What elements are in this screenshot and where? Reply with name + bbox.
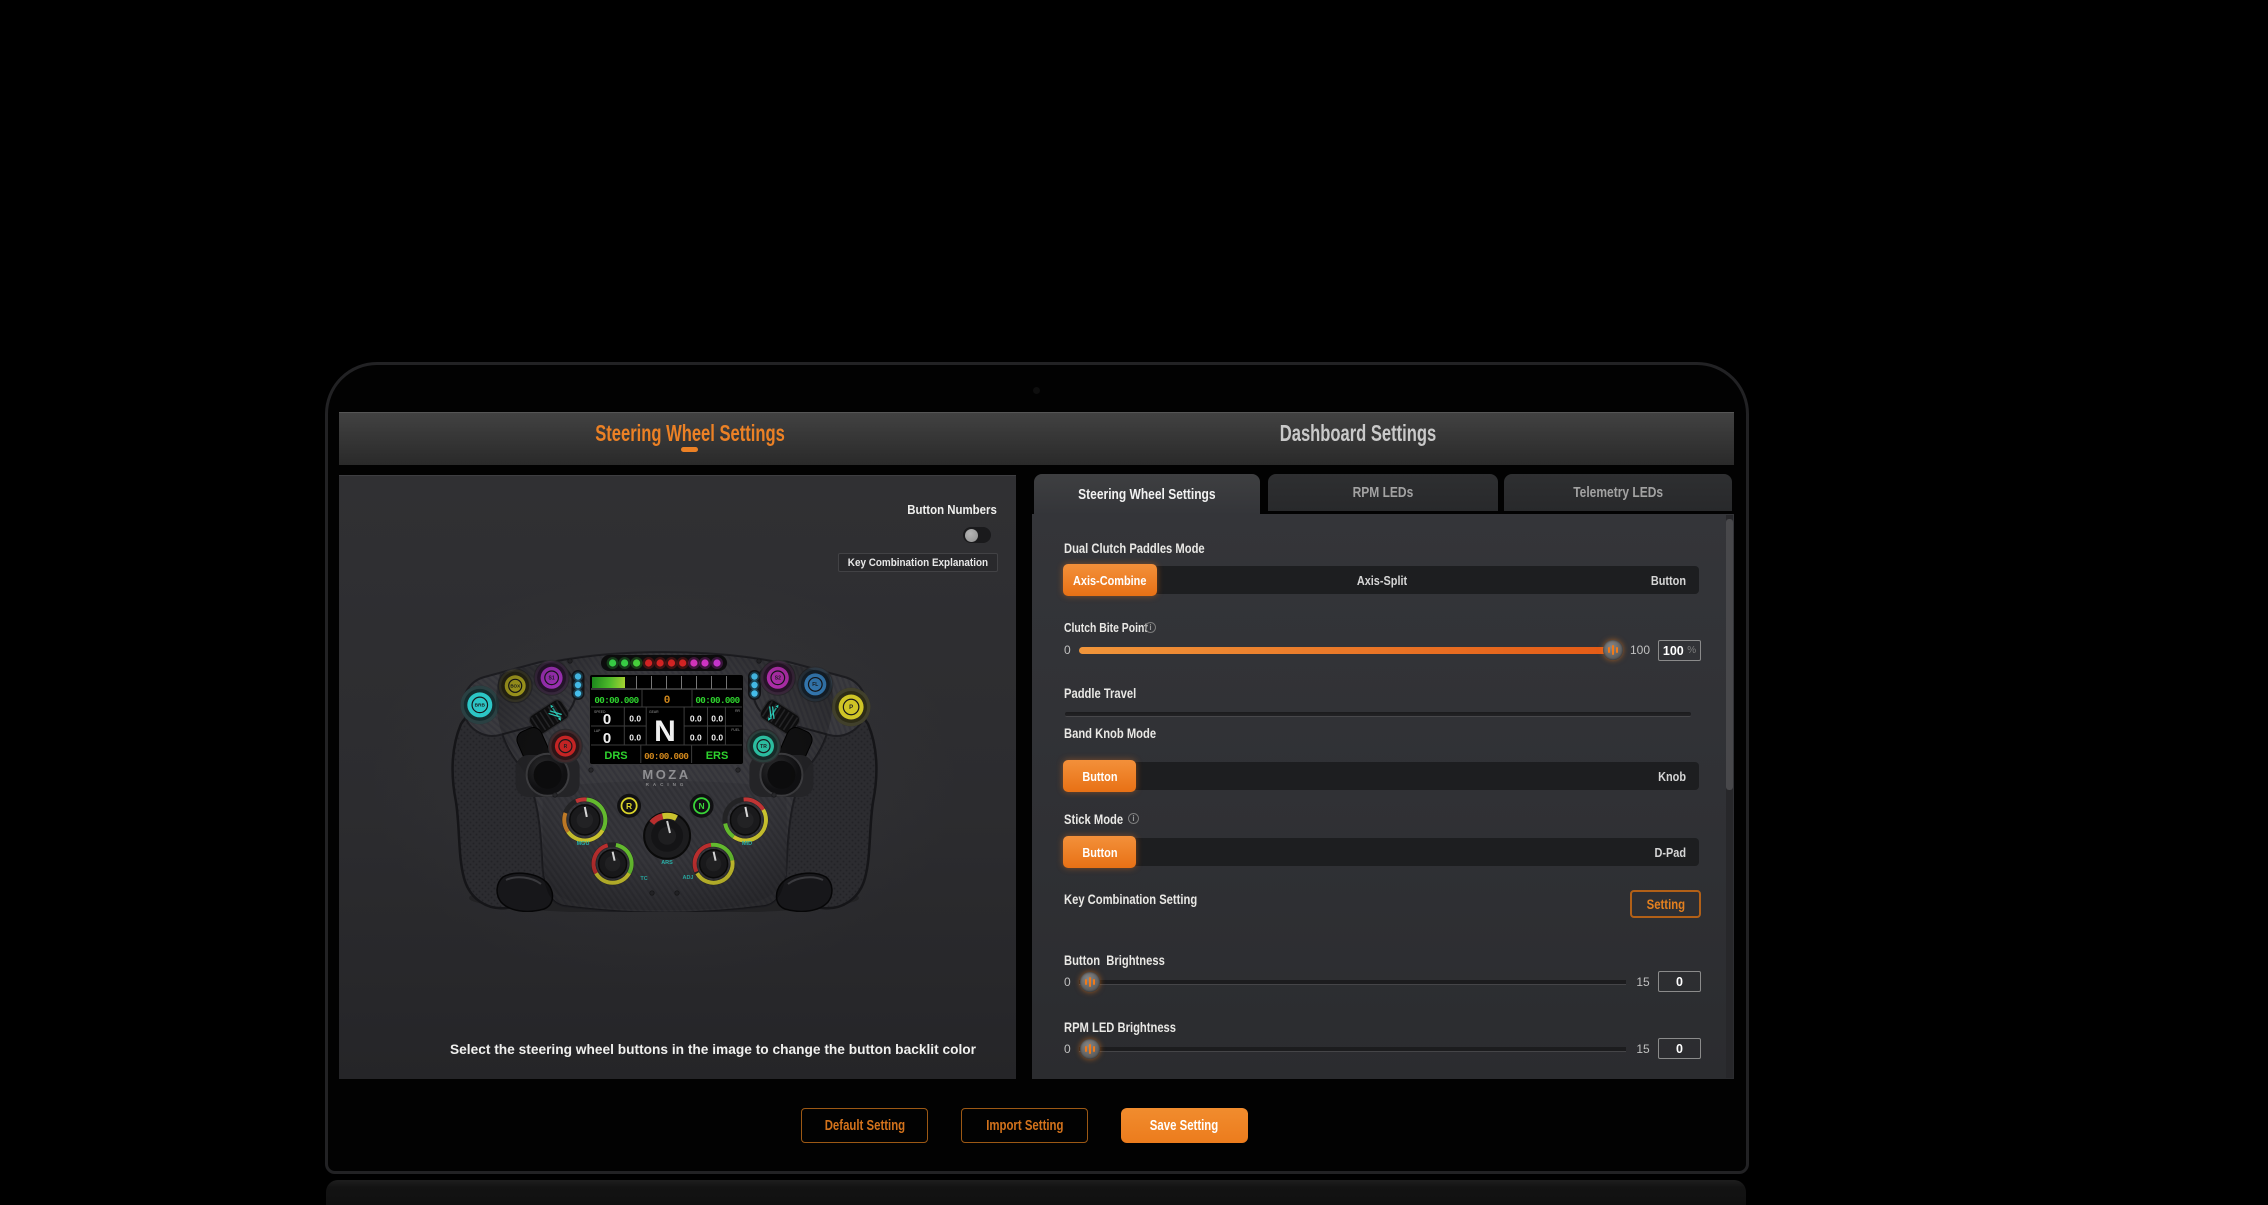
svg-text:P: P xyxy=(849,705,853,711)
svg-text:BRB: BRB xyxy=(475,703,486,709)
